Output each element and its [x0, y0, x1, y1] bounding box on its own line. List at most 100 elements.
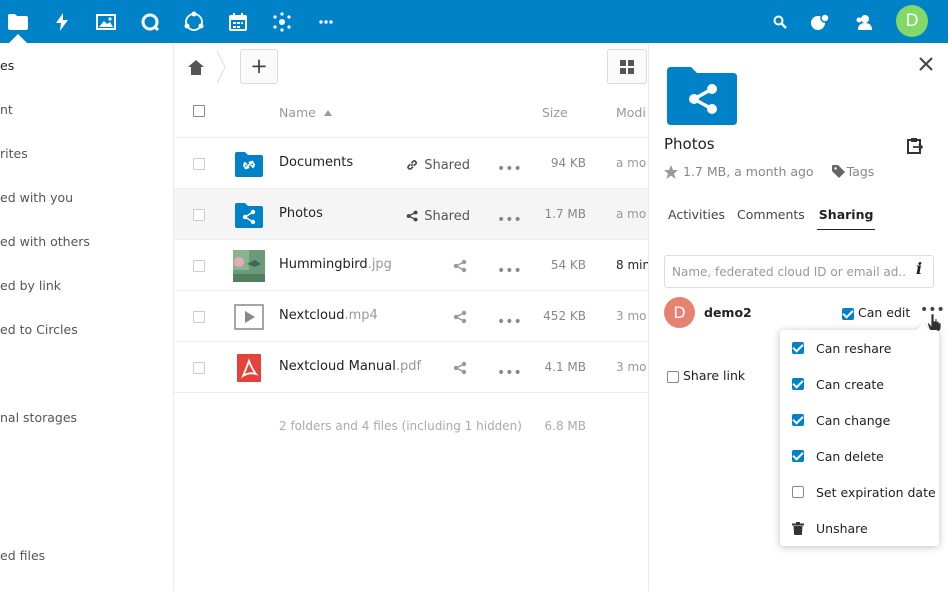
table-row[interactable]: Hummingbird.jpg ••• 54 KB 8 min	[174, 240, 648, 291]
talk-icon[interactable]	[130, 0, 170, 43]
column-header-name[interactable]: Name	[279, 105, 332, 120]
more-apps-icon[interactable]	[306, 0, 346, 43]
file-name[interactable]: Documents	[279, 155, 353, 170]
menu-can-create[interactable]: Can create	[792, 375, 884, 393]
file-size: 1.7 MB	[544, 207, 586, 221]
social-icon[interactable]	[262, 0, 302, 43]
file-name[interactable]: Nextcloud.mp4	[279, 308, 378, 323]
close-icon[interactable]	[919, 57, 935, 73]
details-title: Photos	[664, 135, 715, 153]
user-avatar[interactable]: D	[896, 5, 928, 37]
new-file-button[interactable]: +	[240, 49, 278, 84]
nav-settings-cut[interactable]: -	[0, 579, 5, 591]
tab-comments[interactable]: Comments	[737, 207, 805, 230]
star-icon[interactable]	[664, 164, 678, 179]
can-edit-checkbox[interactable]	[842, 307, 854, 320]
breadcrumb-separator-icon	[216, 50, 226, 87]
can-edit-toggle[interactable]: Can edit	[842, 305, 910, 320]
nav-shared-by-link[interactable]: ed by link	[0, 274, 61, 298]
nav-favorites[interactable]: rites	[0, 142, 28, 166]
clipboard-icon[interactable]	[907, 137, 924, 158]
share-action-icon[interactable]	[453, 259, 467, 277]
share-link-toggle[interactable]: Share link	[667, 368, 745, 383]
share-action-icon[interactable]	[453, 361, 467, 379]
can-create-checkbox[interactable]	[792, 378, 804, 390]
details-tabs: Activities Comments Sharing	[668, 207, 887, 230]
can-delete-checkbox[interactable]	[792, 450, 804, 462]
menu-label: Can create	[816, 376, 884, 392]
file-size: 54 KB	[550, 258, 586, 272]
column-header-modified[interactable]: Modi	[616, 105, 646, 120]
share-link-checkbox[interactable]	[667, 370, 679, 383]
nav-all-files[interactable]: es	[0, 54, 14, 78]
shared-folder-icon	[235, 203, 263, 228]
file-actions-icon[interactable]: •••	[497, 161, 522, 177]
grid-view-button[interactable]	[607, 49, 647, 84]
nav-shared-with-others[interactable]: ed with others	[0, 230, 90, 254]
search-icon[interactable]	[760, 0, 800, 43]
file-modified: 8 min	[616, 258, 648, 272]
select-all-checkbox[interactable]	[193, 105, 205, 117]
tab-sharing[interactable]: Sharing	[816, 207, 876, 230]
contacts-icon[interactable]	[844, 0, 884, 43]
menu-can-change[interactable]: Can change	[792, 411, 890, 429]
file-basename: Photos	[279, 206, 323, 221]
nav-deleted-files[interactable]: ed files	[0, 544, 45, 568]
file-actions-icon[interactable]: •••	[497, 365, 522, 381]
file-name[interactable]: Nextcloud Manual.pdf	[279, 359, 421, 374]
row-checkbox[interactable]	[193, 362, 205, 374]
tag-icon[interactable]	[831, 165, 845, 178]
share-status[interactable]: Shared	[406, 157, 470, 173]
share-action-icon[interactable]	[453, 310, 467, 328]
share-with-input[interactable]	[664, 255, 934, 288]
row-checkbox[interactable]	[193, 311, 205, 323]
table-row[interactable]: Documents Shared ••• 94 KB a mo	[174, 138, 648, 189]
info-icon[interactable]: i	[916, 259, 922, 278]
table-row[interactable]: Nextcloud Manual.pdf ••• 4.1 MB 3 mo	[174, 342, 648, 393]
can-change-checkbox[interactable]	[792, 414, 804, 426]
file-extension: .pdf	[395, 359, 422, 374]
home-icon[interactable]	[184, 55, 208, 79]
files-app-icon[interactable]	[0, 0, 38, 43]
menu-can-reshare[interactable]: Can reshare	[792, 339, 892, 357]
share-status[interactable]: Shared	[406, 208, 470, 224]
nav-shared-with-you[interactable]: ed with you	[0, 186, 73, 210]
row-checkbox[interactable]	[193, 260, 205, 272]
nav-external-storages[interactable]: nal storages	[0, 406, 77, 430]
expiration-checkbox[interactable]	[792, 486, 804, 498]
share-icon	[406, 210, 418, 222]
table-row[interactable]: Photos Shared ••• 1.7 MB a mo	[174, 189, 648, 240]
share-link-label: Share link	[682, 368, 746, 383]
gallery-icon[interactable]	[86, 0, 126, 43]
menu-unshare[interactable]: Unshare	[792, 519, 868, 537]
file-modified: a mo	[616, 156, 647, 170]
link-icon	[407, 160, 418, 170]
file-modified: 3 mo	[616, 309, 647, 323]
row-checkbox[interactable]	[193, 158, 205, 170]
file-actions-icon[interactable]: •••	[497, 212, 522, 228]
column-header-size[interactable]: Size	[542, 105, 568, 120]
calendar-icon[interactable]	[218, 0, 258, 43]
file-modified: 3 mo	[616, 360, 647, 374]
activity-icon[interactable]	[42, 0, 82, 43]
file-basename: Hummingbird	[279, 257, 368, 272]
file-actions-icon[interactable]: •••	[497, 263, 522, 279]
file-name[interactable]: Photos	[279, 206, 323, 221]
nav-recent[interactable]: nt	[0, 98, 13, 122]
file-actions-icon[interactable]: •••	[497, 314, 522, 330]
file-list: + Name Size Modi Documents Shared ••• 94…	[174, 43, 648, 591]
circles-icon[interactable]	[174, 0, 214, 43]
menu-set-expiration[interactable]: Set expiration date	[792, 483, 936, 501]
nav-shared-to-circles[interactable]: ed to Circles	[0, 318, 78, 342]
tags-label[interactable]: Tags	[847, 164, 875, 179]
tab-activities[interactable]: Activities	[668, 207, 725, 230]
app-header: D	[0, 0, 948, 43]
table-row[interactable]: Nextcloud.mp4 ••• 452 KB 3 mo	[174, 291, 648, 342]
file-name[interactable]: Hummingbird.jpg	[279, 257, 392, 272]
can-reshare-checkbox[interactable]	[792, 342, 804, 354]
app-navigation: es nt rites ed with you ed with others e…	[0, 43, 174, 591]
row-checkbox[interactable]	[193, 209, 205, 221]
notifications-icon[interactable]	[800, 0, 840, 43]
file-modified: a mo	[616, 207, 647, 221]
menu-can-delete[interactable]: Can delete	[792, 447, 884, 465]
